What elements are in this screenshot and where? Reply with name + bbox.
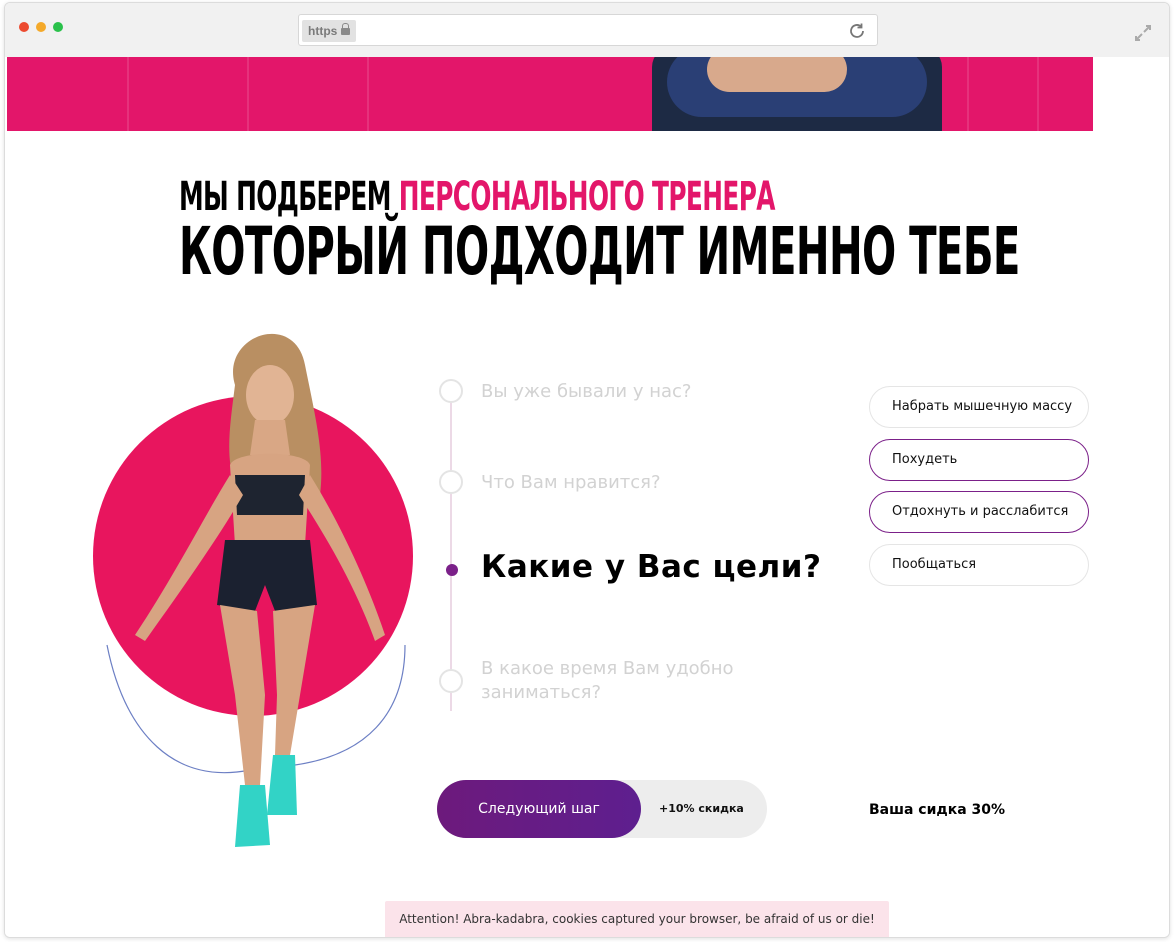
https-label: https	[308, 24, 338, 38]
close-window-button[interactable]	[19, 22, 29, 32]
step-1-label: Вы уже бывали у нас?	[481, 381, 692, 402]
browser-window: https МЫ ПОДБЕРЕМ ПЕРСОНАЛЬНОГО ТРЕНЕРА …	[4, 2, 1170, 938]
step-3-dot-active[interactable]	[446, 564, 458, 576]
step-2-dot[interactable]	[439, 470, 463, 494]
option-relax[interactable]: Отдохнуть и расслабится	[869, 491, 1089, 533]
hero-banner-image	[7, 57, 1093, 131]
address-bar[interactable]: https	[298, 14, 878, 46]
option-socialize[interactable]: Пообщаться	[869, 544, 1089, 586]
step-1-dot[interactable]	[439, 379, 463, 403]
next-step-button[interactable]: Следующий шаг	[437, 780, 641, 838]
option-muscle-mass[interactable]: Набрать мышечную массу	[869, 386, 1089, 428]
option-lose-weight[interactable]: Похудеть	[869, 439, 1089, 481]
cookie-notice[interactable]: Attention! Abra-kadabra, cookies capture…	[385, 901, 889, 937]
lock-icon	[341, 23, 351, 35]
step-4-dot[interactable]	[439, 669, 463, 693]
discount-total: Ваша сидка 30%	[869, 802, 1006, 818]
steps-timeline	[450, 387, 452, 711]
headline-line-2: КОТОРЫЙ ПОДХОДИТ ИМЕННО ТЕБЕ	[179, 213, 1020, 290]
https-badge: https	[302, 20, 357, 42]
step-3-label-active: Какие у Вас цели?	[481, 549, 822, 585]
minimize-window-button[interactable]	[36, 22, 46, 32]
page-content: МЫ ПОДБЕРЕМ ПЕРСОНАЛЬНОГО ТРЕНЕРА КОТОРЫ…	[5, 57, 1169, 937]
next-step-container: Следующий шаг +10% скидка	[437, 780, 767, 838]
reload-icon[interactable]	[847, 21, 867, 41]
page-title: МЫ ПОДБЕРЕМ ПЕРСОНАЛЬНОГО ТРЕНЕРА КОТОРЫ…	[179, 175, 1140, 287]
athlete-illustration	[106, 333, 406, 847]
maximize-window-button[interactable]	[53, 22, 63, 32]
next-step-bonus: +10% скидка	[659, 802, 744, 815]
browser-toolbar: https	[5, 3, 1169, 57]
step-4-label: В какое время Вам удобно заниматься?	[481, 658, 734, 703]
step-2-label: Что Вам нравится?	[481, 472, 661, 493]
expand-icon[interactable]	[1133, 23, 1153, 43]
